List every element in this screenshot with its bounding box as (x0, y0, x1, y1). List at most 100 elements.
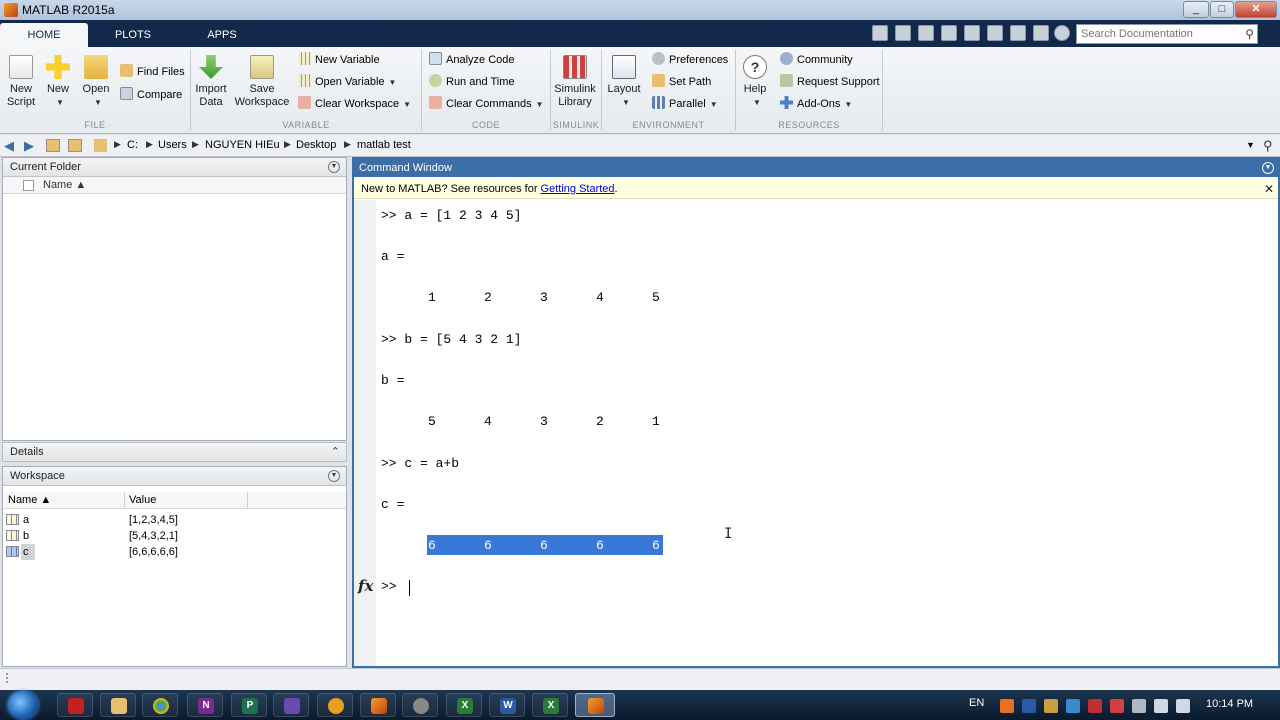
workspace-header: Workspace ▼ (3, 467, 346, 486)
open-button[interactable]: Open ▼ (80, 55, 112, 109)
find-files-button[interactable]: Find Files (120, 63, 185, 81)
undo-icon[interactable] (987, 25, 1003, 41)
taskbar-publisher[interactable]: P (231, 693, 267, 717)
maximize-button[interactable]: □ (1210, 1, 1234, 18)
tray-icon[interactable] (1088, 699, 1102, 713)
column-value[interactable]: Value (129, 494, 156, 506)
start-button[interactable] (8, 691, 38, 719)
table-row-selected[interactable]: c [6,6,6,6,6] (3, 544, 346, 560)
copy-icon[interactable] (941, 25, 957, 41)
getting-started-link[interactable]: Getting Started (541, 183, 615, 195)
set-path-button[interactable]: Set Path (652, 73, 728, 91)
table-row[interactable]: b [5,4,3,2,1] (3, 528, 346, 544)
up-folder-icon[interactable] (46, 139, 60, 152)
command-window[interactable]: Command Window ▼ New to MATLAB? See reso… (352, 157, 1280, 668)
clear-commands-button[interactable]: Clear Commands ▼ (429, 95, 544, 113)
chevron-down-icon[interactable]: ▼ (1246, 140, 1255, 150)
taskbar-explorer[interactable] (100, 693, 136, 717)
taskbar-app[interactable] (317, 693, 353, 717)
taskbar-word[interactable]: W (489, 693, 525, 717)
breadcrumb-desktop[interactable]: Desktop (296, 139, 336, 151)
variable-grid-icon (6, 546, 19, 557)
clear-workspace-button[interactable]: Clear Workspace ▼ (298, 95, 411, 113)
function-browser-icon[interactable]: fx (358, 577, 373, 595)
search-input[interactable] (1077, 25, 1237, 43)
column-name[interactable]: Name ▲ (43, 179, 86, 191)
new-script-button[interactable]: New Script (4, 55, 38, 109)
tray-icon[interactable] (1066, 699, 1080, 713)
close-icon[interactable]: ✕ (1264, 179, 1274, 199)
panel-menu-icon[interactable]: ▼ (1262, 162, 1274, 174)
search-icon[interactable]: ⚲ (1245, 27, 1254, 41)
taskbar-matlab-active[interactable] (575, 693, 615, 717)
output-label: a = (381, 249, 405, 264)
new-button[interactable]: New ▼ (42, 55, 74, 109)
breadcrumb-users[interactable]: Users (158, 139, 187, 151)
import-data-button[interactable]: Import Data (193, 55, 229, 109)
network-bars-icon[interactable] (1154, 699, 1168, 713)
taskbar-onenote[interactable]: N (187, 693, 223, 717)
breadcrumb-c[interactable]: C: (127, 139, 138, 151)
taskbar-app[interactable] (402, 693, 438, 717)
simulink-library-button[interactable]: Simulink Library (554, 55, 596, 109)
search-icon[interactable]: ⚲ (1263, 138, 1273, 154)
save-workspace-button[interactable]: Save Workspace (234, 55, 290, 109)
clock[interactable]: 10:14 PM (1206, 698, 1253, 710)
help-button[interactable]: ? Help ▼ (740, 55, 770, 109)
taskbar-matlab[interactable] (360, 693, 396, 717)
compare-button[interactable]: Compare (120, 86, 185, 104)
taskbar-app[interactable] (273, 693, 309, 717)
community-button[interactable]: Community (780, 51, 880, 69)
redo-icon[interactable] (1010, 25, 1026, 41)
close-button[interactable]: ✕ (1235, 1, 1277, 18)
breadcrumb-matlab-test[interactable]: matlab test (357, 139, 411, 151)
tray-icon[interactable] (1132, 699, 1146, 713)
paste-icon[interactable] (964, 25, 980, 41)
run-and-time-button[interactable]: Run and Time (429, 73, 544, 91)
back-icon[interactable]: ◀ (4, 138, 14, 154)
panel-menu-icon[interactable]: ▼ (328, 470, 340, 482)
analyze-code-icon (429, 52, 442, 65)
cut-icon[interactable] (918, 25, 934, 41)
breadcrumb-user[interactable]: NGUYEN HIEu (205, 139, 280, 151)
switch-windows-icon[interactable] (1033, 25, 1049, 41)
quick-access-icon[interactable] (872, 25, 888, 41)
search-documentation[interactable]: ⚲ (1076, 24, 1258, 44)
minimize-button[interactable]: _ (1183, 1, 1209, 18)
tab-home[interactable]: HOME (0, 23, 88, 47)
chevron-up-icon[interactable]: ⌃ (331, 443, 340, 461)
column-name[interactable]: Name ▲ (8, 494, 51, 506)
analyze-code-button[interactable]: Analyze Code (429, 51, 544, 69)
tab-apps[interactable]: APPS (178, 23, 266, 47)
save-icon[interactable] (895, 25, 911, 41)
chevron-down-icon: ▼ (403, 100, 412, 109)
taskbar-excel[interactable]: X (532, 693, 568, 717)
tray-icon[interactable] (1000, 699, 1014, 713)
add-ons-button[interactable]: Add-Ons ▼ (780, 95, 880, 113)
tray-icon[interactable] (1044, 699, 1058, 713)
command-line: >> c = a+b (381, 456, 460, 471)
open-variable-button[interactable]: Open Variable ▼ (298, 73, 411, 91)
table-row[interactable]: a [1,2,3,4,5] (3, 512, 346, 528)
speaker-icon[interactable] (1176, 699, 1190, 713)
tab-plots[interactable]: PLOTS (89, 23, 177, 47)
output-value: 5 (652, 290, 660, 305)
taskbar-app[interactable] (57, 693, 93, 717)
folder-icon (94, 139, 107, 152)
help-icon[interactable] (1054, 25, 1070, 41)
request-support-button[interactable]: Request Support (780, 73, 880, 91)
language-indicator[interactable]: EN (969, 697, 984, 709)
taskbar-excel[interactable]: X (446, 693, 482, 717)
add-ons-icon (780, 96, 793, 109)
taskbar-chrome[interactable] (142, 693, 178, 717)
new-variable-button[interactable]: New Variable (298, 51, 411, 69)
parallel-button[interactable]: Parallel ▼ (652, 95, 728, 113)
network-icon[interactable] (1110, 699, 1124, 713)
bluetooth-icon[interactable] (1022, 699, 1036, 713)
forward-icon[interactable]: ▶ (24, 138, 34, 154)
panel-menu-icon[interactable]: ▼ (328, 161, 340, 173)
layout-button[interactable]: Layout ▼ (606, 55, 642, 109)
preferences-button[interactable]: Preferences (652, 51, 728, 69)
details-panel[interactable]: Details ⌃ (2, 442, 347, 462)
browse-folder-icon[interactable] (68, 139, 82, 152)
